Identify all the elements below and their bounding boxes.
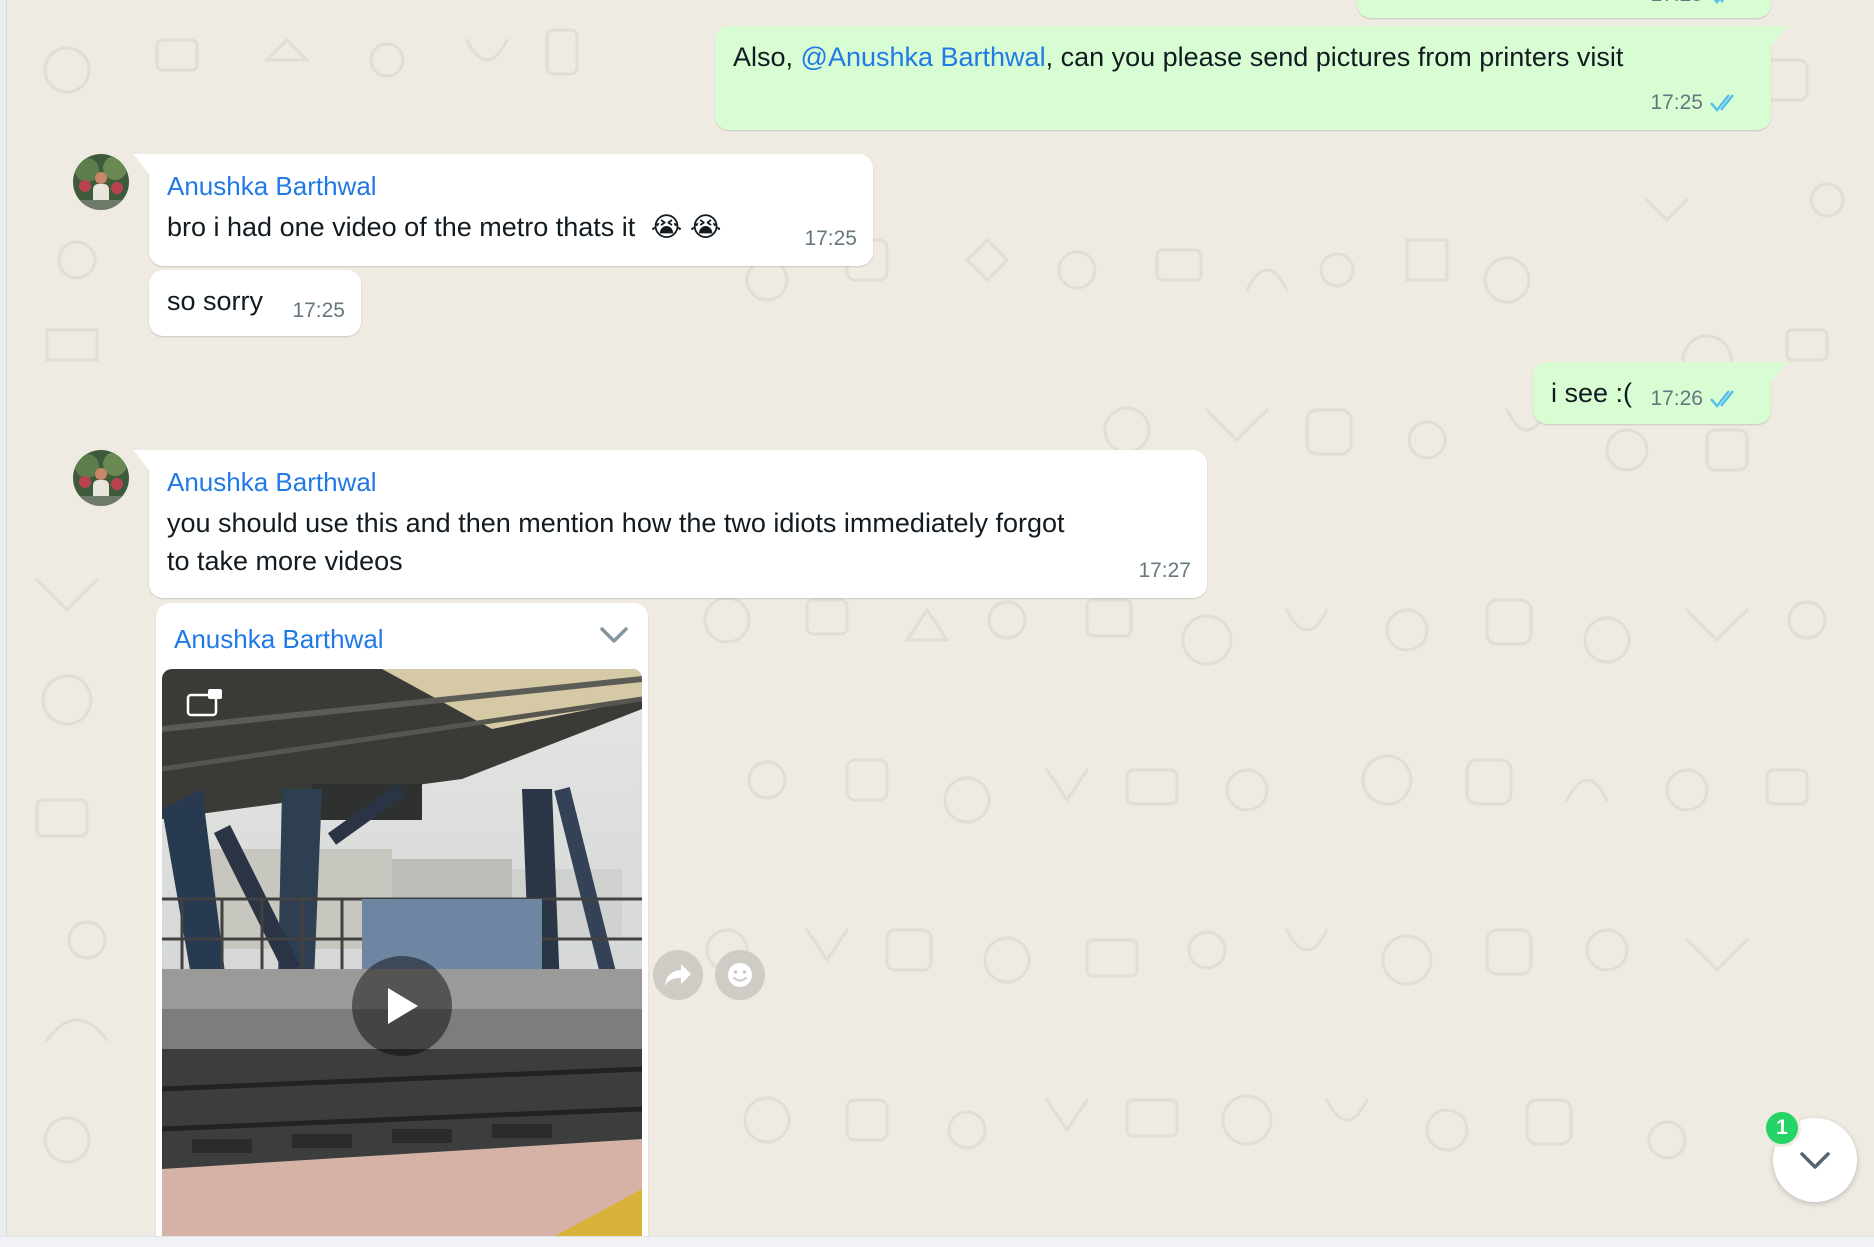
message-text: bro i had one video of the metro thats i… xyxy=(167,212,722,242)
incoming-message[interactable]: Anushka Barthwal you should use this and… xyxy=(149,450,1207,598)
bubble-tail xyxy=(133,450,149,470)
bubble-tail xyxy=(133,154,149,174)
forward-icon xyxy=(665,964,691,986)
message-time: 17:26 xyxy=(1650,387,1703,410)
sender-name[interactable]: Anushka Barthwal xyxy=(167,170,377,202)
sender-name[interactable]: Anushka Barthwal xyxy=(167,466,377,498)
avatar-image xyxy=(73,154,129,210)
forward-button[interactable] xyxy=(653,950,703,1000)
metro-station-image xyxy=(162,669,642,1236)
outgoing-message[interactable]: Also, @Anushka Barthwal, can you please … xyxy=(715,26,1771,130)
message-time: 17:25 xyxy=(1650,0,1703,14)
message-meta: 17:25 xyxy=(1650,84,1741,122)
message-text: so sorry xyxy=(167,286,264,316)
video-type-icon xyxy=(186,689,222,717)
user-mention[interactable]: @Anushka Barthwal xyxy=(801,42,1046,72)
play-icon xyxy=(388,988,418,1024)
sidebar-edge xyxy=(0,0,7,1246)
message-time: 17:27 xyxy=(1138,559,1191,582)
message-text-line: you should use this and then mention how… xyxy=(167,508,1065,538)
emoji-icon xyxy=(728,963,752,987)
composer-edge xyxy=(0,1236,1874,1247)
conversation-panel[interactable]: 17:25 Also, @Anushka Barthwal, can you p… xyxy=(7,0,1874,1236)
incoming-message[interactable]: so sorry 17:25 xyxy=(149,270,361,336)
double-check-icon xyxy=(1713,0,1725,4)
message-text: i see :( xyxy=(1551,378,1633,408)
double-check-icon xyxy=(1710,390,1734,408)
avatar[interactable] xyxy=(73,450,129,506)
video-thumbnail[interactable] xyxy=(162,669,642,1236)
sender-name[interactable]: Anushka Barthwal xyxy=(174,623,384,655)
outgoing-message[interactable]: i see :( 17:26 xyxy=(1533,362,1771,424)
chevron-down-icon xyxy=(1800,1152,1830,1169)
video-message[interactable]: Anushka Barthwal xyxy=(156,603,648,1236)
message-meta: 17:25 xyxy=(1650,0,1741,14)
outgoing-message[interactable]: 17:25 xyxy=(1357,0,1771,18)
message-text-line: to take more videos xyxy=(167,546,403,576)
unread-count-badge: 1 xyxy=(1763,1109,1801,1147)
avatar-image xyxy=(73,450,129,506)
message-time: 17:25 xyxy=(804,227,857,250)
play-button[interactable] xyxy=(352,956,452,1056)
message-meta: 17:26 xyxy=(1650,380,1741,418)
chevron-down-icon[interactable] xyxy=(596,621,632,649)
incoming-message[interactable]: Anushka Barthwal bro i had one video of … xyxy=(149,154,873,266)
message-time: 17:25 xyxy=(292,299,345,322)
bubble-tail xyxy=(1771,362,1787,382)
crying-emoji: 😭 😭 xyxy=(650,212,722,242)
double-check-icon xyxy=(1710,94,1734,112)
message-time: 17:25 xyxy=(1650,91,1703,114)
avatar[interactable] xyxy=(73,154,129,210)
message-text: Also, @Anushka Barthwal, can you please … xyxy=(733,42,1624,72)
bubble-tail xyxy=(1771,26,1787,46)
react-button[interactable] xyxy=(715,950,765,1000)
